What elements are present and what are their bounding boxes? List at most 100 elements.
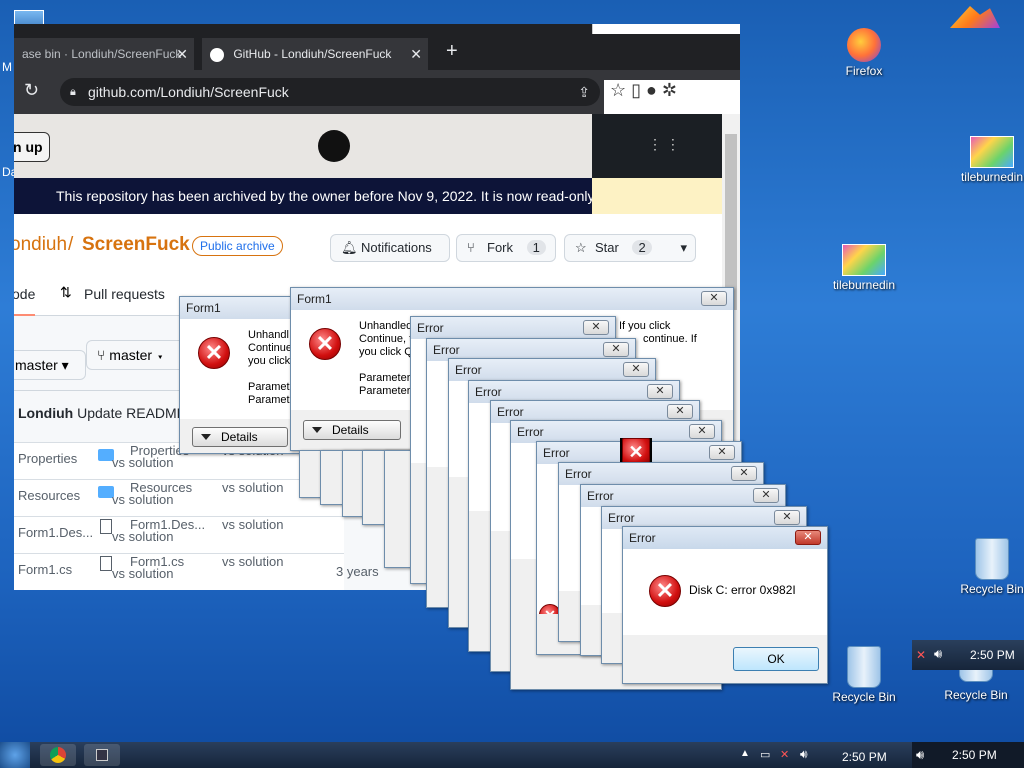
desktop-icon-tileburnedin-2[interactable]: tileburnedin — [824, 244, 904, 292]
table-row[interactable]: Form1.Des... Form1.Des... vs solution vs… — [14, 516, 344, 553]
kebab-menu-icon[interactable]: ⋮ ⋮ — [648, 136, 680, 153]
share-icon[interactable]: ⇪ — [578, 78, 590, 106]
desktop-icon-recycle-bin-1[interactable]: Recycle Bin — [952, 538, 1024, 596]
network-error-icon[interactable]: ✕ — [916, 648, 926, 662]
volume-icon[interactable]: 🔊︎ — [934, 646, 942, 662]
row-under: vs solution — [112, 529, 174, 544]
taskbar-chrome-button[interactable] — [40, 744, 76, 766]
file-icon — [100, 556, 112, 571]
star-dropdown-icon[interactable]: ▾ — [680, 235, 687, 261]
error-message: Disk C: error 0x982I — [689, 583, 796, 597]
close-icon[interactable]: ✕ — [774, 510, 800, 525]
desktop-icon-label: Firefox — [845, 64, 883, 78]
star-button[interactable]: ☆ Star 2 ▾ — [564, 234, 696, 262]
taskbar-clock[interactable]: 2:50 PM — [842, 750, 887, 764]
tab-close-icon[interactable]: ✕ — [410, 38, 422, 70]
details-button[interactable]: Details — [192, 427, 288, 447]
close-icon[interactable]: ✕ — [647, 384, 673, 399]
table-row[interactable]: Form1.cs Form1.cs vs solution vs solutio… — [14, 553, 344, 590]
repo-owner[interactable]: ondiuh — [14, 234, 67, 256]
close-icon[interactable]: ✕ — [795, 530, 821, 545]
tab-github[interactable]: GitHub - Londiuh/ScreenFuck ✕ — [202, 38, 428, 70]
secondary-tray: ✕ 🔊︎ 2:50 PM — [912, 640, 1024, 670]
branch-select[interactable]: ⑂ master ▾ — [86, 340, 188, 370]
github-logo-icon[interactable] — [318, 130, 350, 162]
tray-network-icon[interactable]: ▭ — [760, 748, 770, 761]
dialog-body: ✕ Unhandl Continue you click Paramete Pa… — [180, 319, 304, 453]
volume-icon[interactable]: 🔊︎ — [916, 747, 924, 763]
tab-pull-requests[interactable]: Pull requests — [84, 286, 165, 302]
commit-author[interactable]: Londiuh — [18, 405, 73, 421]
error-icon: ✕ — [198, 337, 230, 369]
row-under: vs solution — [112, 455, 174, 470]
app-window-icon — [96, 749, 108, 761]
error-dialog-front[interactable]: Error ✕ ✕ Disk C: error 0x982I OK — [622, 526, 828, 684]
close-icon[interactable]: ✕ — [623, 362, 649, 377]
fork-button[interactable]: ⑂ Fork 1 — [456, 234, 556, 262]
taskbar-right-segment: 🔊︎ 2:50 PM — [912, 742, 1024, 768]
desktop-icon-tileburnedin-1[interactable]: tileburnedin — [952, 136, 1024, 184]
row-message: vs solution — [222, 480, 284, 495]
message-line: Paramete — [248, 381, 296, 393]
taskbar-clock-right[interactable]: 2:50 PM — [952, 748, 997, 762]
taskbar-app-button[interactable] — [84, 744, 120, 766]
scrollbar-thumb[interactable] — [725, 134, 737, 310]
archive-notice: This repository has been archived by the… — [14, 178, 592, 214]
close-icon[interactable]: ✕ — [753, 488, 779, 503]
desktop-icon-label: Recycle Bin — [960, 582, 1024, 596]
tab-label: GitHub - Londiuh/ScreenFuck — [233, 47, 392, 61]
branch-select-left[interactable]: master ▾ — [14, 350, 86, 380]
tab-code[interactable]: ode — [14, 286, 36, 316]
reload-icon[interactable]: ↻ — [24, 80, 39, 101]
signup-button[interactable]: n up — [14, 132, 50, 162]
dialog-titlebar[interactable]: Form1 — [180, 297, 304, 319]
message-line: you click — [248, 355, 291, 367]
tab-close-icon[interactable]: ✕ — [176, 38, 188, 70]
table-row[interactable]: Resources Resources vs solution vs solut… — [14, 479, 344, 516]
tray-clock[interactable]: 2:50 PM — [970, 648, 1015, 662]
dialog-titlebar[interactable]: Form1 — [291, 288, 733, 310]
github-favicon-icon — [210, 47, 224, 62]
address-bar[interactable]: 🔒︎ github.com/Londiuh/ScreenFuck ⇪ — [60, 78, 600, 106]
tab-paste-bin[interactable]: ase bin · Londiuh/ScreenFuck ✕ — [14, 38, 194, 70]
row-age: 3 years — [336, 564, 379, 579]
close-icon[interactable]: ✕ — [701, 291, 727, 306]
branch-label: master — [109, 347, 153, 363]
repo-name[interactable]: ScreenFuck — [82, 234, 190, 256]
firefox-icon — [847, 28, 881, 62]
desktop-icon-recycle-bin-2[interactable]: Recycle Bin — [824, 646, 904, 704]
row-left-name: Form1.cs — [18, 562, 73, 577]
commit-message[interactable]: Update README — [77, 405, 186, 421]
star-count: 2 — [632, 240, 652, 255]
fork-count: 1 — [526, 240, 546, 255]
fork-icon: ⑂ — [467, 240, 475, 255]
tab-label: ase bin · Londiuh/ScreenFuck — [22, 47, 182, 61]
close-icon[interactable]: ✕ — [731, 466, 757, 481]
form1-dialog-back[interactable]: Form1 ✕ Unhandl Continue you click Param… — [179, 296, 305, 454]
message-line: Unhandl — [248, 329, 289, 341]
tray-volume-icon[interactable]: 🔊︎ — [800, 747, 808, 762]
ok-button[interactable]: OK — [733, 647, 819, 671]
desktop-icon-label: tileburnedin — [960, 170, 1024, 184]
tab-strip: ase bin · Londiuh/ScreenFuck ✕ GitHub - … — [14, 34, 740, 70]
details-button[interactable]: Details — [303, 420, 401, 440]
close-icon[interactable]: ✕ — [603, 342, 629, 357]
new-tab-button[interactable]: + — [446, 40, 458, 63]
desktop-icon-label: Recycle Bin — [832, 690, 896, 704]
start-button[interactable] — [0, 742, 30, 768]
lock-icon: 🔒︎ — [70, 86, 76, 98]
tray-overflow-icon[interactable]: ▲ — [740, 748, 750, 759]
bookmark-star-icon[interactable]: ☆ ▯ ● ✲ — [604, 80, 740, 114]
notifications-button[interactable]: 🔔︎ Notifications — [330, 234, 450, 262]
tray-error-icon[interactable]: ✕ — [780, 748, 789, 761]
message-line: Parameter — [359, 372, 411, 384]
close-icon[interactable]: ✕ — [709, 445, 735, 460]
address-bar-row: ↻ 🔒︎ github.com/Londiuh/ScreenFuck ⇪ ☆ ▯… — [14, 70, 740, 114]
message-line: Parameter — [359, 385, 411, 397]
close-icon[interactable]: ✕ — [689, 424, 715, 439]
close-icon[interactable]: ✕ — [667, 404, 693, 419]
close-icon[interactable]: ✕ — [583, 320, 609, 335]
notifications-label: Notifications — [361, 240, 432, 255]
message-line: Paramete — [248, 394, 296, 406]
desktop-icon-firefox[interactable]: Firefox — [824, 28, 904, 78]
